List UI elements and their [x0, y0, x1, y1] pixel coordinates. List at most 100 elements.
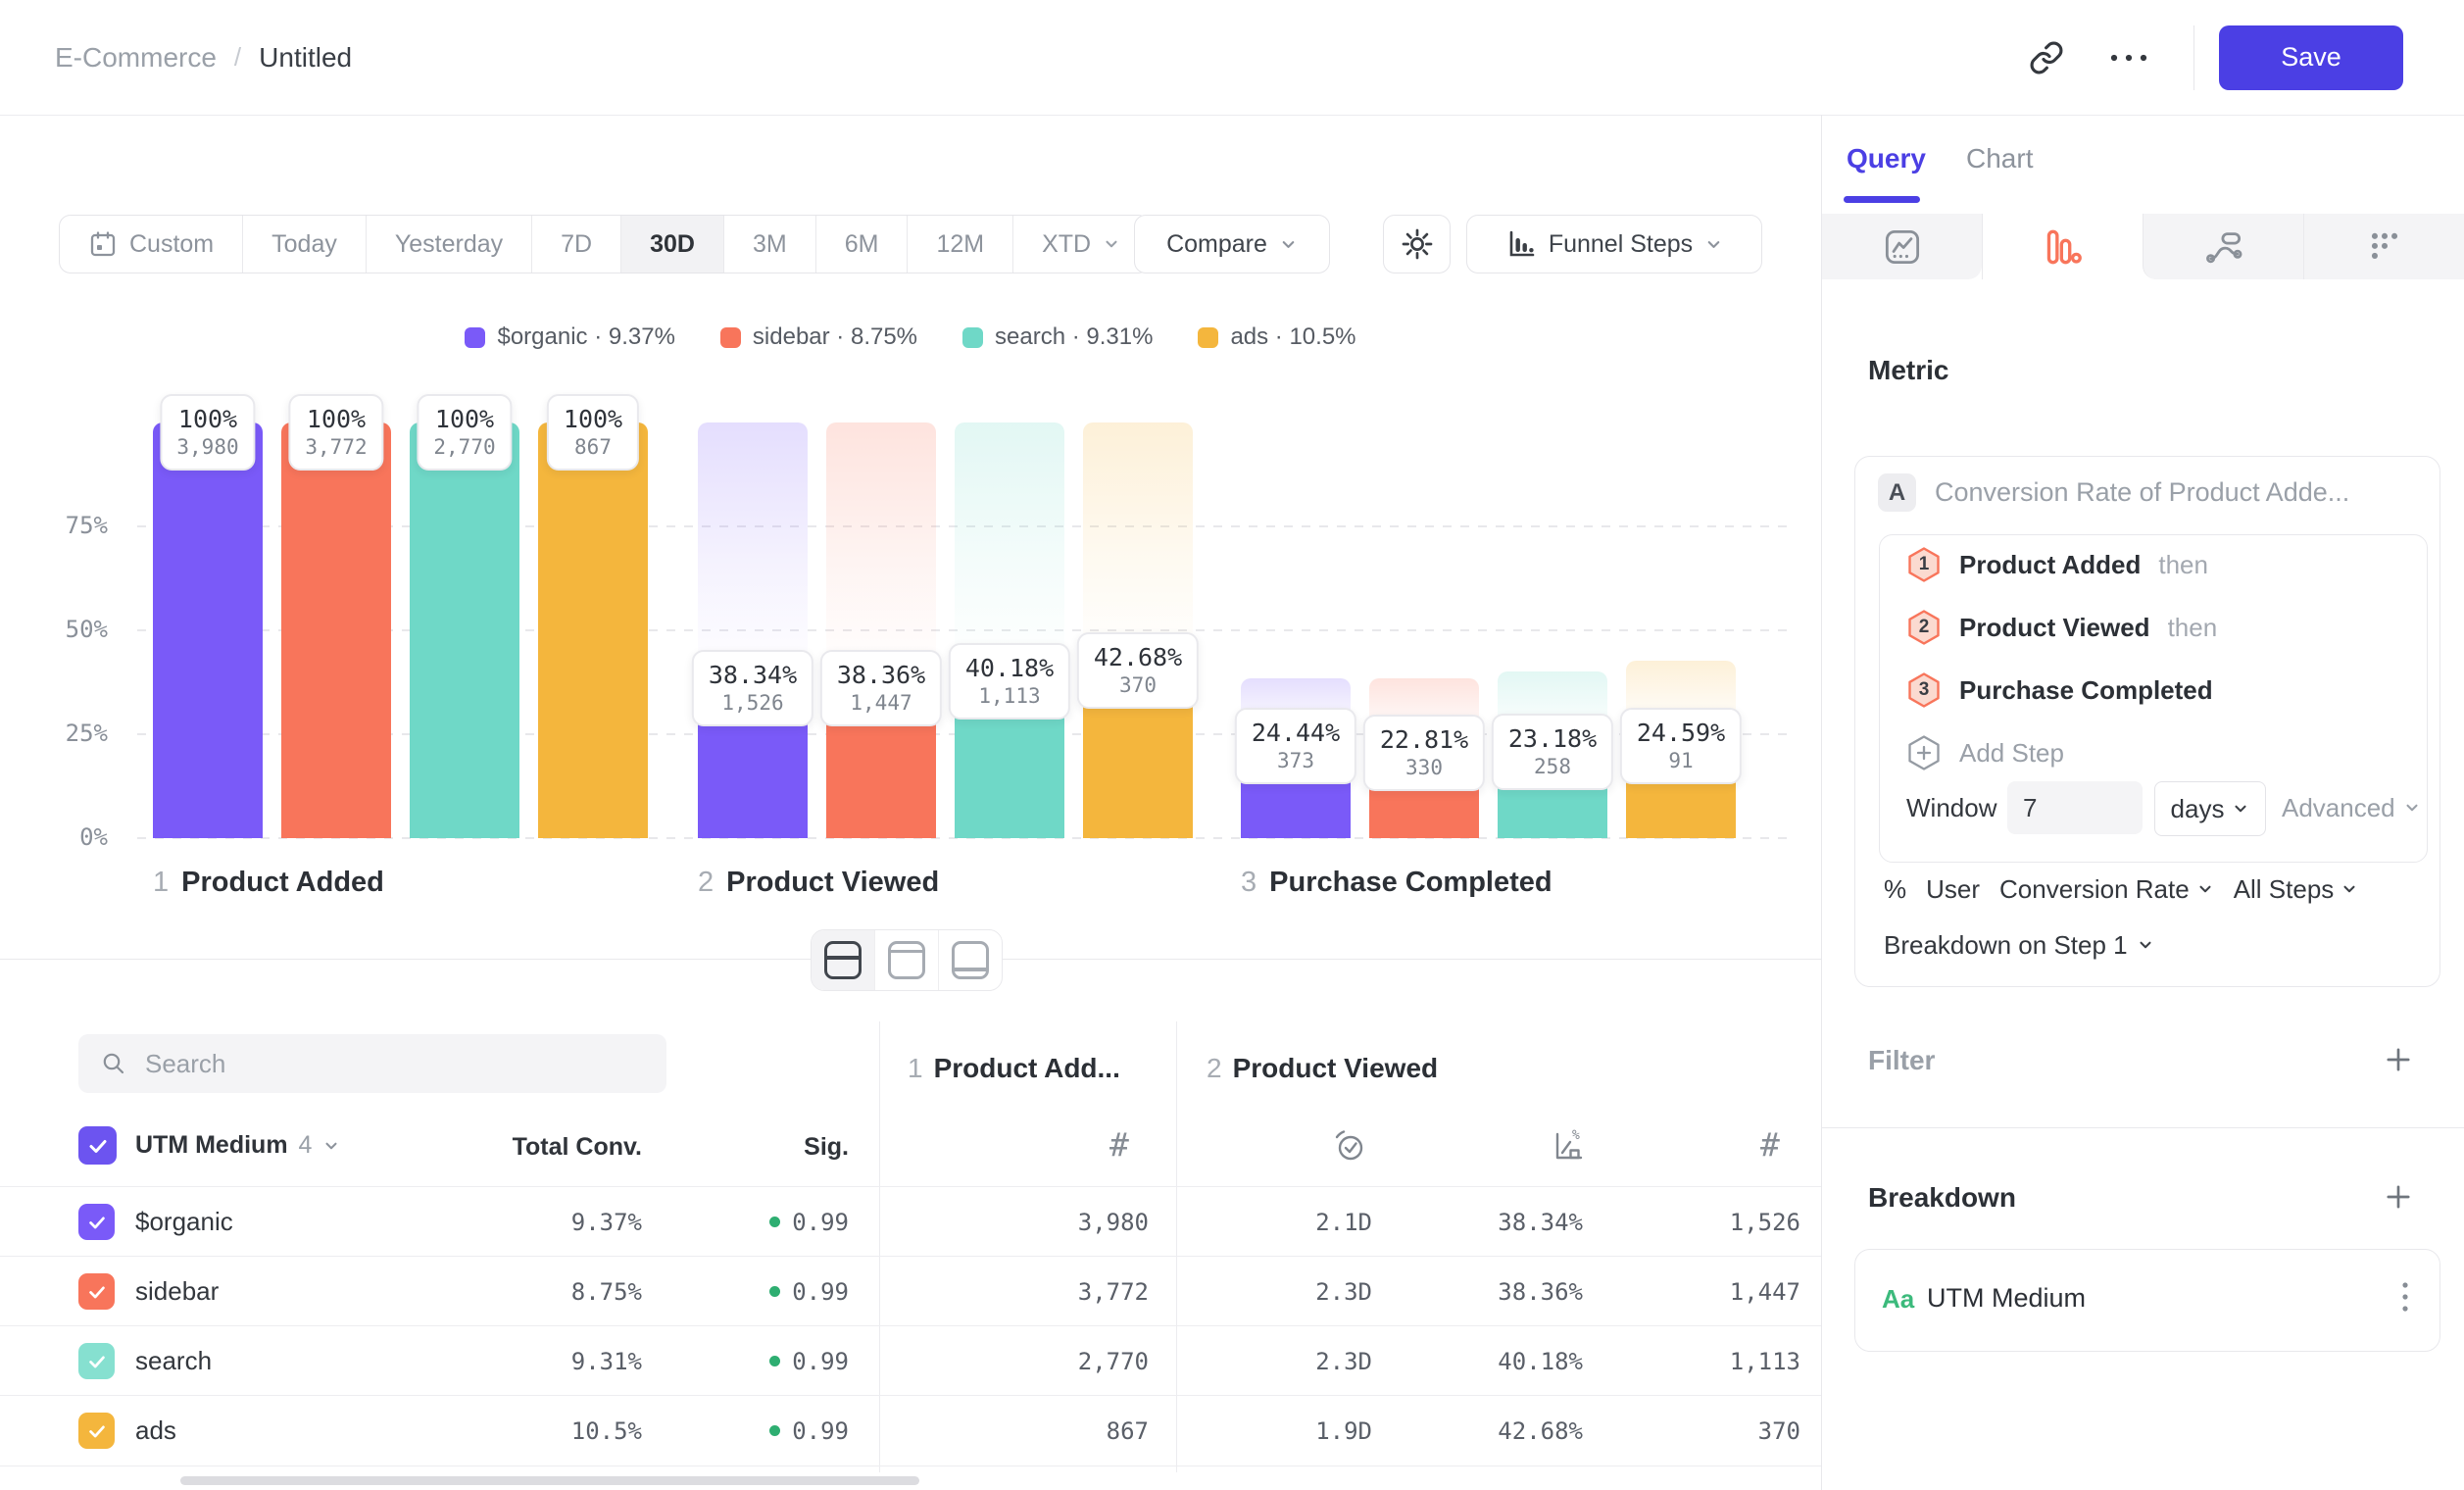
search-input[interactable]: [143, 1048, 666, 1080]
query-step-3[interactable]: 3 Purchase Completed: [1906, 670, 2213, 710]
layout-table-only-button[interactable]: [939, 930, 1002, 990]
share-link-icon[interactable]: [2011, 23, 2082, 93]
add-breakdown-button[interactable]: [2384, 1182, 2413, 1212]
range-3m[interactable]: 3M: [724, 216, 816, 273]
bar-value-label: 40.18% 1,113: [949, 643, 1070, 720]
legend-item-sidebar[interactable]: sidebar · 8.75%: [720, 323, 917, 351]
query-step-1[interactable]: 1 Product Addedthen: [1906, 545, 2208, 584]
legend-item-organic[interactable]: $organic · 9.37%: [465, 323, 674, 351]
funnels-icon: [2045, 228, 2082, 266]
range-12m[interactable]: 12M: [908, 216, 1013, 273]
legend-label: $organic · 9.37%: [497, 323, 674, 351]
total-conv-header[interactable]: Total Conv.: [446, 1133, 642, 1162]
step-number: 2: [698, 867, 714, 899]
save-button[interactable]: Save: [2219, 25, 2403, 90]
kebab-menu-icon[interactable]: [2399, 1277, 2411, 1324]
range-custom[interactable]: Custom: [60, 216, 243, 273]
measure-scope-label: All Steps: [2234, 874, 2335, 905]
row-step2-conv: 42.68%: [1387, 1396, 1583, 1465]
time-to-convert-icon[interactable]: [1331, 1127, 1368, 1165]
chart-settings-button[interactable]: [1383, 215, 1451, 273]
step-name: Product Viewed: [1233, 1053, 1439, 1084]
row-checkbox[interactable]: [78, 1413, 115, 1449]
compare-button[interactable]: Compare: [1134, 215, 1330, 273]
range-label: 7D: [561, 230, 592, 259]
sig-header[interactable]: Sig.: [702, 1133, 849, 1162]
add-step-button[interactable]: Add Step: [1906, 733, 2064, 772]
step-number-hex-badge: 1: [1906, 546, 1942, 583]
count-column-icon[interactable]: #: [1760, 1125, 1780, 1164]
funnel-bar[interactable]: [538, 422, 648, 838]
row-checkbox[interactable]: [78, 1204, 115, 1240]
funnel-bar[interactable]: [410, 422, 519, 838]
funnel-bar[interactable]: [153, 422, 263, 838]
chart-step-label: 1 Product Added: [153, 867, 384, 899]
window-unit-select[interactable]: days: [2154, 781, 2266, 836]
funnel-bar-ghost: [955, 422, 1064, 671]
breadcrumb-workspace[interactable]: E-Commerce: [55, 42, 217, 74]
table-row[interactable]: $organic 9.37% 0.99 3,980 2.1D 38.34% 1,…: [0, 1186, 1821, 1257]
advanced-label: Advanced: [2282, 793, 2395, 823]
range-today[interactable]: Today: [243, 216, 367, 273]
select-all-checkbox[interactable]: [78, 1126, 117, 1165]
row-checkbox[interactable]: [78, 1273, 115, 1310]
advanced-toggle[interactable]: Advanced: [2282, 781, 2421, 834]
sidebar-border: [1821, 115, 1822, 1490]
row-label: ads: [135, 1396, 176, 1465]
search-icon: [100, 1050, 127, 1077]
tab-insights[interactable]: [1822, 214, 1982, 279]
query-step-2[interactable]: 2 Product Viewedthen: [1906, 608, 2217, 647]
horizontal-scrollbar[interactable]: [180, 1476, 919, 1485]
insights-icon: [1884, 228, 1921, 266]
range-xtd[interactable]: XTD: [1013, 216, 1149, 273]
breakdown-column-header[interactable]: UTM Medium 4: [135, 1126, 340, 1165]
add-filter-button[interactable]: [2384, 1045, 2413, 1074]
chart-type-button[interactable]: Funnel Steps: [1466, 215, 1762, 273]
range-7d[interactable]: 7D: [532, 216, 621, 273]
breadcrumb-title[interactable]: Untitled: [259, 42, 352, 74]
range-label: 30D: [650, 230, 695, 259]
tab-more-reports[interactable]: [2303, 214, 2464, 279]
legend-item-search[interactable]: search · 9.31%: [962, 323, 1153, 351]
step-number-hex-badge: 3: [1906, 671, 1942, 709]
funnel-bar[interactable]: [281, 422, 391, 838]
measure-prefix[interactable]: %: [1884, 874, 1906, 905]
conversion-rate-column-icon[interactable]: %: [1551, 1127, 1588, 1165]
table-row[interactable]: sidebar 8.75% 0.99 3,772 2.3D 38.36% 1,4…: [0, 1256, 1821, 1326]
range-30d[interactable]: 30D: [621, 216, 724, 273]
measure-type-select[interactable]: Conversion Rate: [1999, 874, 2214, 905]
step-then-label: then: [2168, 613, 2218, 643]
bar-pct: 23.18%: [1508, 723, 1597, 754]
legend-item-ads[interactable]: ads · 10.5%: [1198, 323, 1355, 351]
tab-query[interactable]: Query: [1847, 143, 1926, 174]
layout-split-button[interactable]: [812, 930, 875, 990]
metric-title[interactable]: Conversion Rate of Product Adde...: [1935, 473, 2349, 512]
table-row[interactable]: search 9.31% 0.99 2,770 2.3D 40.18% 1,11…: [0, 1325, 1821, 1396]
bar-value-label: 23.18% 258: [1492, 714, 1613, 790]
range-6m[interactable]: 6M: [816, 216, 909, 273]
row-checkbox[interactable]: [78, 1343, 115, 1379]
row-step2-conv: 38.34%: [1387, 1187, 1583, 1257]
layout-chart-only-button[interactable]: [875, 930, 939, 990]
table-row[interactable]: ads 10.5% 0.99 867 1.9D 42.68% 370: [0, 1395, 1821, 1466]
sig-dot: [769, 1286, 780, 1297]
svg-text:%: %: [1572, 1128, 1580, 1143]
sig-value: 0.99: [792, 1278, 849, 1306]
step-number-hex-badge: 2: [1906, 609, 1942, 646]
tab-retention[interactable]: [2143, 214, 2303, 279]
window-value-input[interactable]: [2007, 781, 2143, 834]
legend-swatch: [962, 327, 983, 348]
step-name: Product Add...: [934, 1053, 1120, 1084]
tab-funnels[interactable]: [1982, 214, 2143, 279]
more-menu-button[interactable]: [2082, 23, 2176, 93]
measure-scope-select[interactable]: All Steps: [2234, 874, 2359, 905]
measure-entity[interactable]: User: [1926, 874, 1980, 905]
step-number: 1: [153, 867, 169, 899]
count-column-icon[interactable]: #: [1109, 1125, 1129, 1164]
legend-swatch: [1198, 327, 1218, 348]
range-yesterday[interactable]: Yesterday: [367, 216, 532, 273]
step-then-label: then: [2158, 550, 2208, 580]
step-number: 3: [1906, 672, 1942, 708]
breakdown-on-select[interactable]: Breakdown on Step 1: [1884, 926, 2154, 964]
tab-chart[interactable]: Chart: [1966, 143, 2033, 174]
